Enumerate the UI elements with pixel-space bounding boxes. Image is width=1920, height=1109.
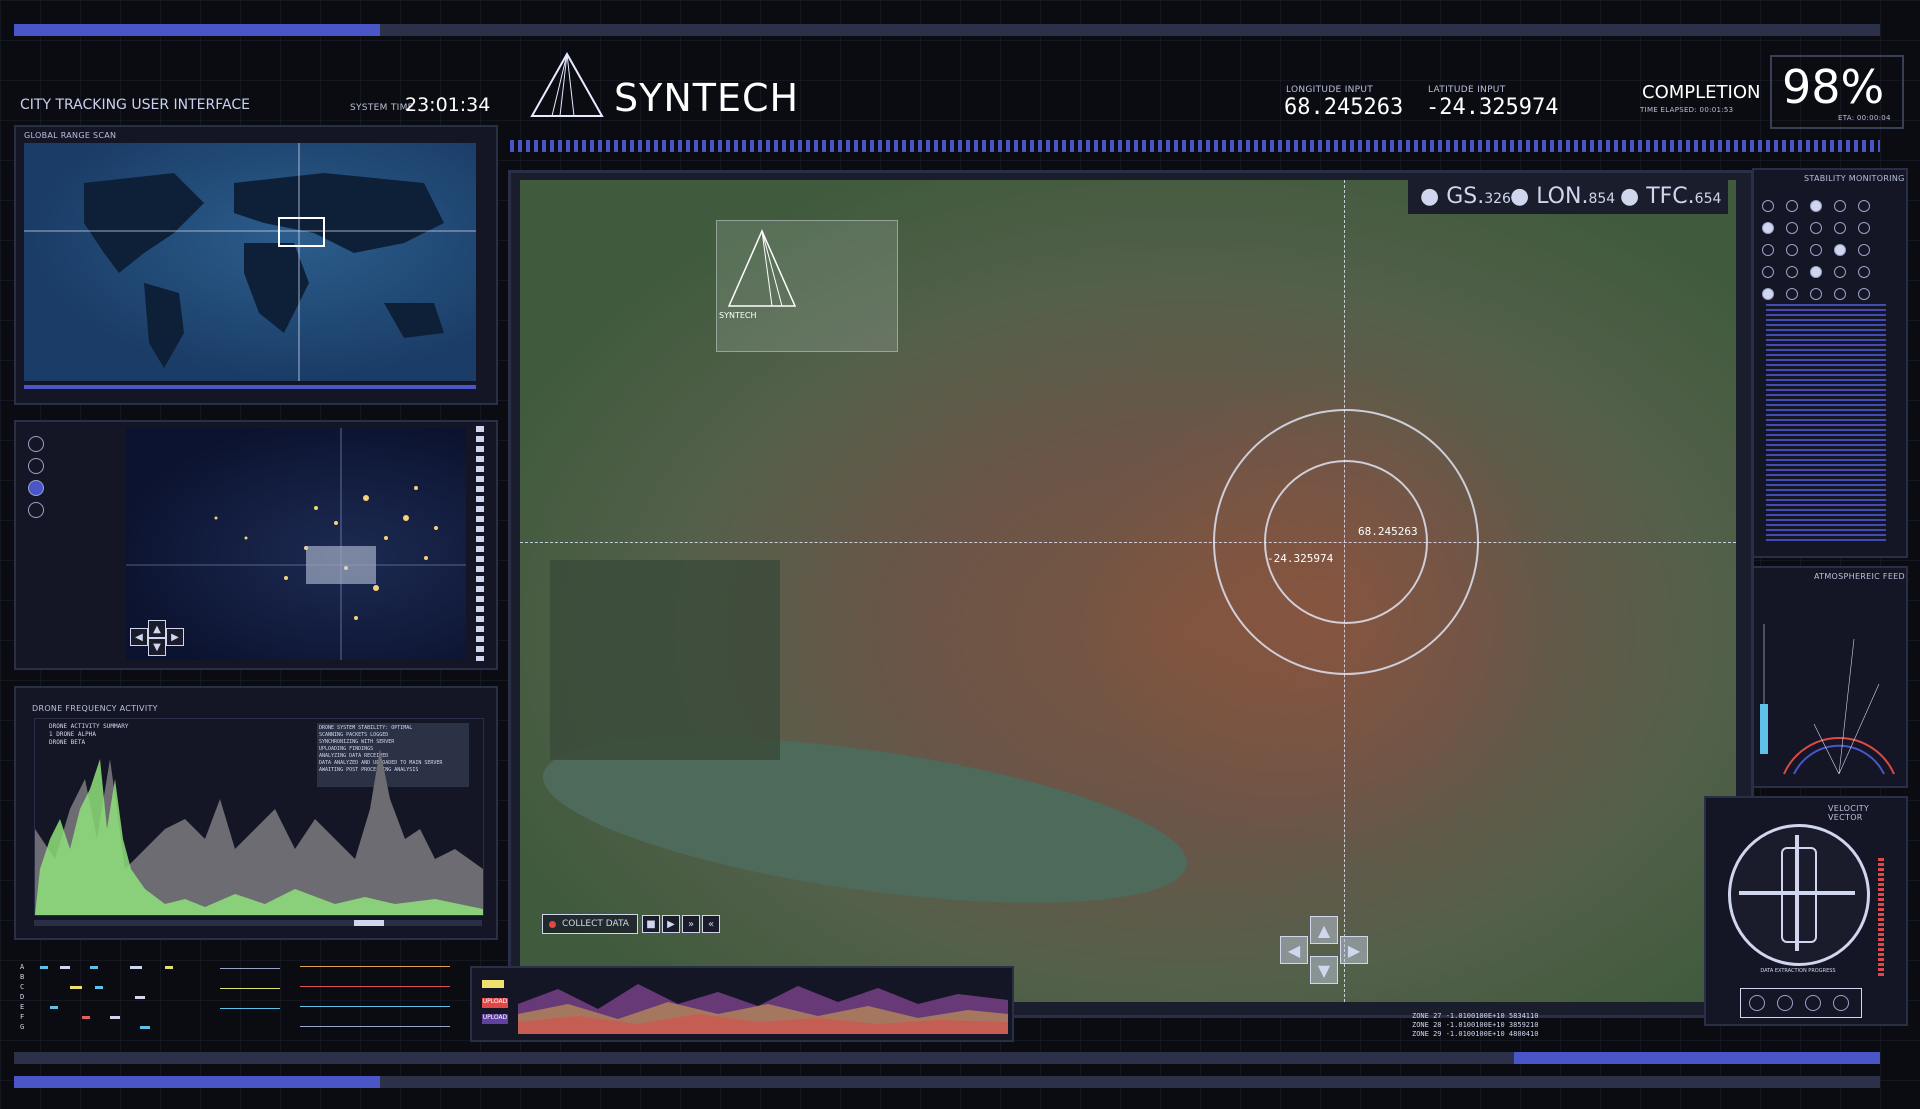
progress-hatch-bar — [510, 140, 1880, 152]
row-letter: G — [20, 1023, 25, 1031]
collect-data-label: COLLECT DATA — [562, 919, 629, 929]
system-time: 23:01:34 — [405, 94, 491, 116]
stat-tfc: ● TFC.654 — [1620, 184, 1722, 209]
global-scan-panel: GLOBAL RANGE SCAN — [14, 125, 498, 405]
stability-bars — [1766, 304, 1886, 544]
app-title: CITY TRACKING USER INTERFACE — [20, 97, 250, 113]
map-pan-up-button[interactable]: ▲ — [1310, 916, 1338, 944]
target-latitude: -24.325974 — [1267, 552, 1334, 565]
bottom-bar — [14, 1052, 1514, 1064]
drone-label: DRONE FREQUENCY ACTIVITY — [32, 704, 158, 713]
record-icon — [549, 920, 556, 928]
mini-gauges — [1740, 988, 1862, 1018]
global-scan-label: GLOBAL RANGE SCAN — [24, 131, 117, 140]
zone-readout: ZONE 29 -1.0100100E+10 4800410 — [1412, 1030, 1539, 1038]
stat-val: 854 — [1588, 191, 1616, 207]
night-map-scroll-indicator[interactable] — [476, 426, 484, 661]
world-continents-icon — [24, 143, 476, 381]
target-inner-ring — [1264, 460, 1428, 624]
velocity-dial — [1728, 824, 1870, 966]
longitude-value: 68.245263 — [1284, 95, 1404, 120]
crosshair-horizontal — [520, 542, 1736, 543]
stat-lon: ● LON.854 — [1510, 184, 1616, 209]
drone-panel: DRONE FREQUENCY ACTIVITY DRONE ACTIVITY … — [14, 686, 498, 940]
velocity-panel: VELOCITY VECTOR DATA EXTRACTION PROGRESS — [1704, 796, 1908, 1026]
collect-data-button[interactable]: COLLECT DATA — [542, 914, 638, 934]
overlay-info-card: SYNTECH — [716, 220, 898, 352]
row-letter: D — [20, 993, 25, 1001]
velocity-bar-red — [1878, 858, 1884, 978]
completion-label: COMPLETION — [1642, 82, 1761, 103]
upload-chart-panel: UPLOAD UPLOAD — [470, 966, 1014, 1042]
stability-panel: STABILITY MONITORING — [1752, 168, 1908, 558]
pan-right-button[interactable]: ▶ — [166, 628, 184, 646]
row-letter: B — [20, 973, 25, 981]
stop-button[interactable]: ■ — [642, 915, 660, 933]
velocity-center-label: DATA EXTRACTION PROGRESS — [1760, 968, 1836, 974]
water-treatment-area — [550, 560, 780, 760]
orbit-icons — [24, 430, 48, 520]
stat-val: 326 — [1484, 191, 1511, 207]
bottom-accent-bar-left — [14, 1076, 380, 1088]
stat-key: GS. — [1446, 184, 1485, 209]
stability-label: STABILITY MONITORING — [1804, 174, 1905, 183]
top-accent-bar — [14, 24, 380, 36]
zone-readout: ZONE 27 -1.0100100E+10 5834110 — [1412, 1012, 1539, 1020]
latitude-value: -24.325974 — [1426, 95, 1559, 120]
night-map-panel: ◀ ▲ ▼ ▶ — [14, 420, 498, 670]
play-button[interactable]: ▶ — [662, 915, 680, 933]
city-lights-icon — [126, 428, 466, 660]
map-pan-right-button[interactable]: ▶ — [1340, 936, 1368, 964]
row-letters: A B C D E F G — [20, 962, 24, 1032]
row-letter: F — [20, 1013, 25, 1021]
map-pan-left-button[interactable]: ◀ — [1280, 936, 1308, 964]
bottom-bar-lower — [380, 1076, 1880, 1088]
row-letter: A — [20, 963, 25, 971]
zone-readout: ZONE 28 -1.0100100E+10 3859210 — [1412, 1021, 1539, 1029]
syntech-logo-icon — [530, 51, 604, 122]
zone-readouts: ZONE 27 -1.0100100E+10 5834110 ZONE 28 -… — [1412, 1012, 1538, 1039]
pan-down-button[interactable]: ▼ — [148, 638, 166, 656]
stat-key: LON. — [1536, 184, 1589, 209]
completion-value: 98% — [1782, 60, 1885, 114]
pan-up-button[interactable]: ▲ — [148, 620, 166, 638]
overlay-brand: SYNTECH — [719, 311, 757, 320]
stat-val: 654 — [1694, 191, 1722, 207]
top-bar — [380, 24, 1880, 36]
city-satellite-map[interactable]: 68.245263 -24.325974 SYNTECH ● GS.326 ● … — [520, 180, 1736, 1002]
upload-button[interactable]: UPLOAD — [482, 998, 508, 1008]
stat-key: TFC. — [1646, 184, 1695, 209]
eta: ETA: 00:00:04 — [1838, 114, 1891, 122]
upload-area-chart — [518, 984, 1008, 1034]
stat-gs: ● GS.326 — [1420, 184, 1511, 209]
stability-dots — [1762, 200, 1892, 300]
drone-scrollbar[interactable] — [34, 920, 482, 926]
atmospheric-label: ATMOSPHEREIC FEED — [1814, 572, 1905, 581]
longitude-label: LONGITUDE INPUT — [1286, 85, 1374, 95]
frequency-waveform — [35, 749, 483, 915]
atmospheric-gauge — [1760, 624, 1895, 775]
forward-button[interactable]: » — [682, 915, 700, 933]
world-map-scrollbar[interactable] — [24, 385, 476, 389]
legend-rows: A B C D E F G — [20, 962, 480, 1042]
world-map[interactable] — [24, 143, 476, 381]
overlay-syntech-icon — [727, 229, 797, 307]
row-letter: C — [20, 983, 25, 991]
target-longitude: 68.245263 — [1358, 525, 1418, 538]
brand-name: SYNTECH — [614, 76, 800, 120]
row-letter: E — [20, 1003, 25, 1011]
pan-left-button[interactable]: ◀ — [130, 628, 148, 646]
latitude-label: LATITUDE INPUT — [1428, 85, 1506, 95]
drone-chart: DRONE ACTIVITY SUMMARY 1 DRONE ALPHA DRO… — [34, 718, 484, 916]
time-elapsed: TIME ELAPSED: 00:01:53 — [1640, 106, 1734, 114]
night-map[interactable]: ◀ ▲ ▼ ▶ — [126, 428, 466, 660]
bottom-accent-bar-right — [1514, 1052, 1880, 1064]
upload-button[interactable]: UPLOAD — [482, 1014, 508, 1024]
velocity-label: VELOCITY VECTOR — [1828, 804, 1870, 822]
map-pan-down-button[interactable]: ▼ — [1310, 956, 1338, 984]
upload-badge — [482, 980, 504, 988]
rewind-button[interactable]: « — [702, 915, 720, 933]
atmospheric-panel: ATMOSPHEREIC FEED — [1752, 566, 1908, 788]
